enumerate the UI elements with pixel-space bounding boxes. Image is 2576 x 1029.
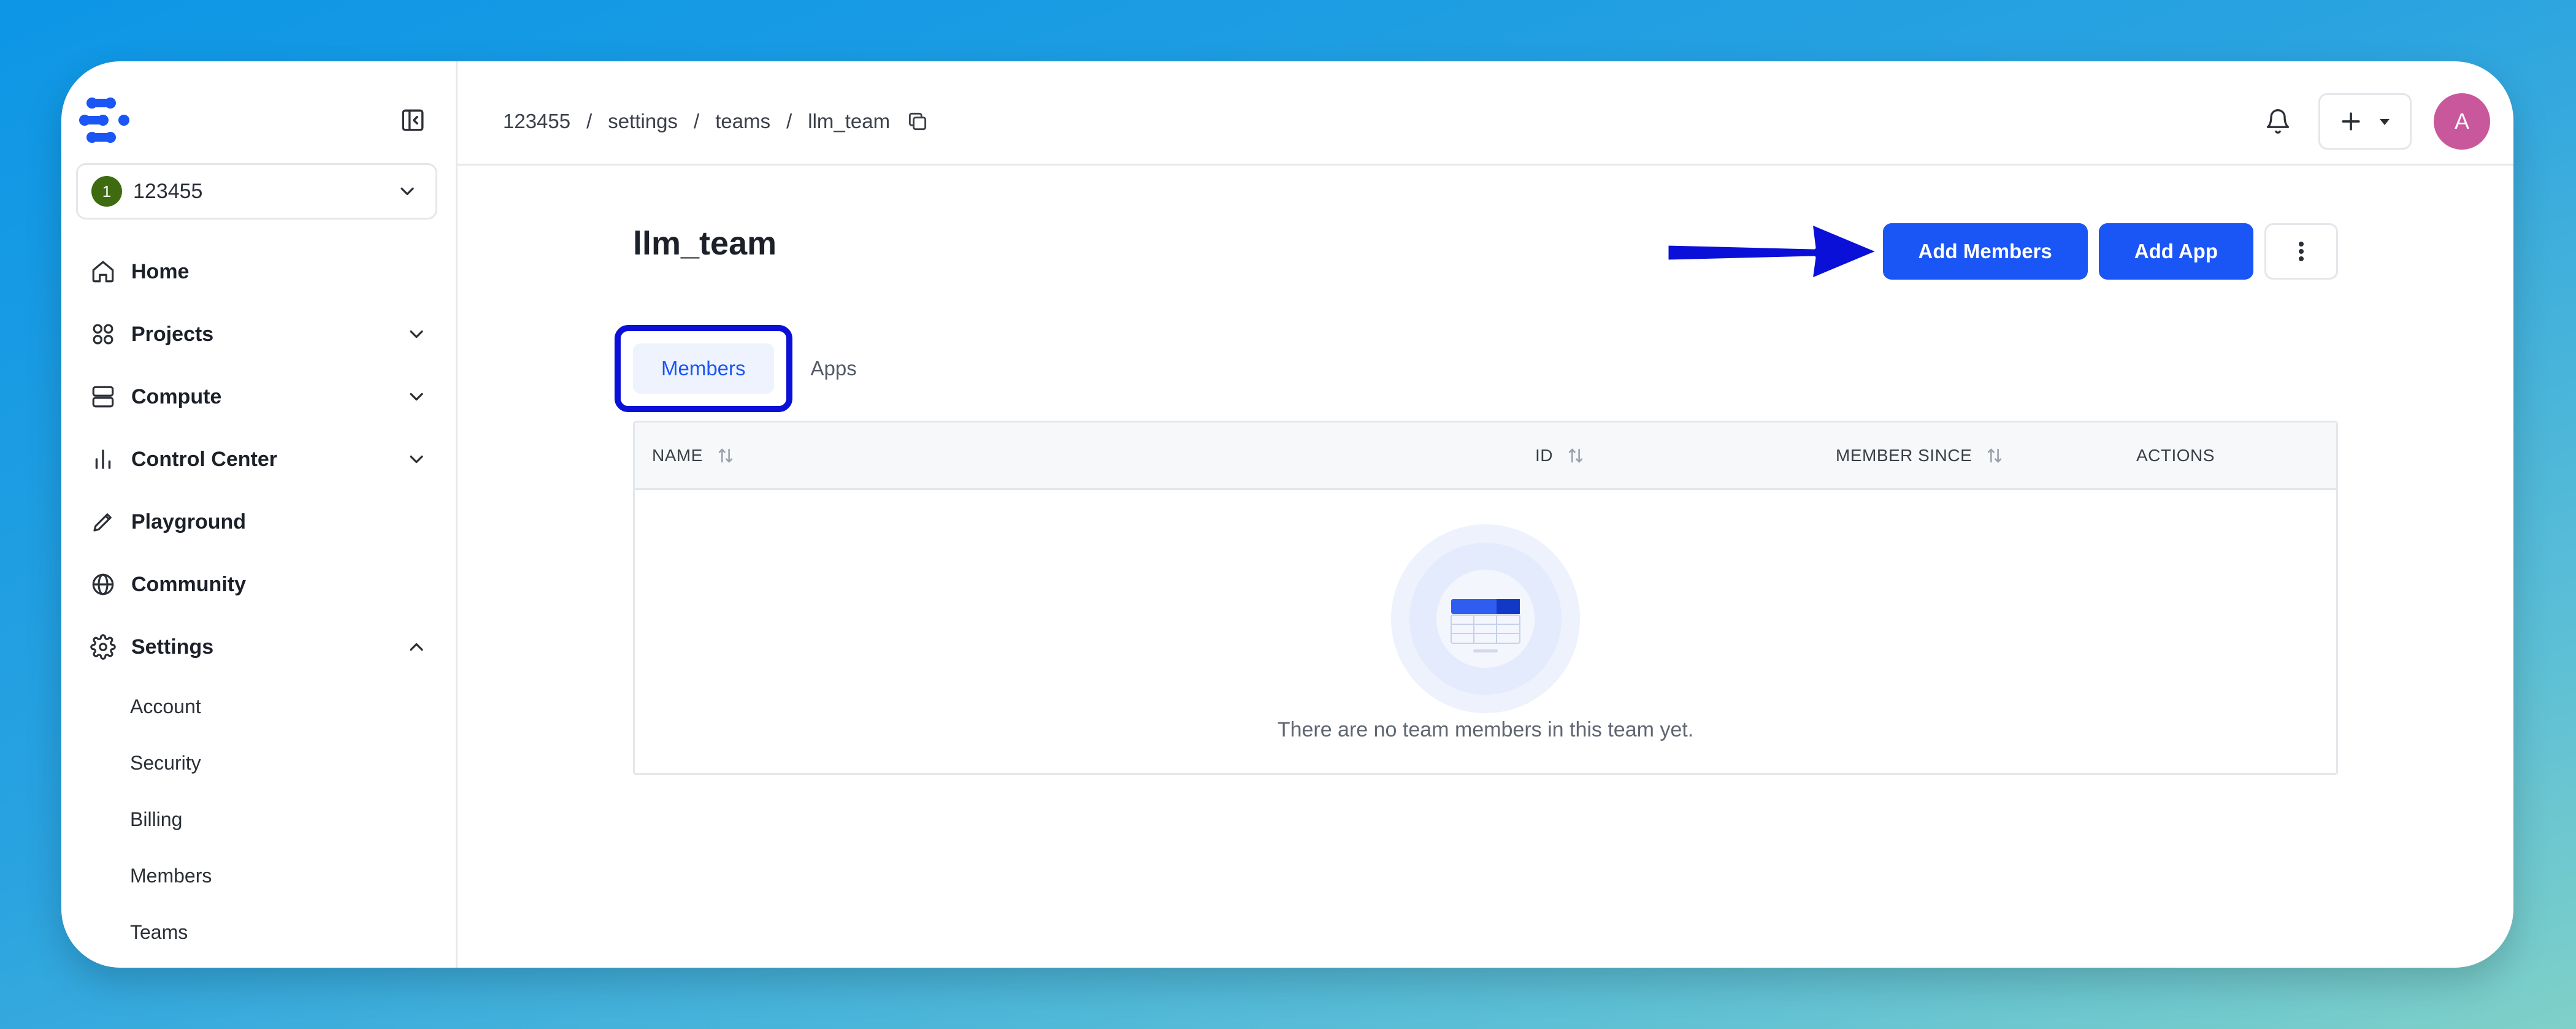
annotation-arrow-icon — [1665, 221, 1880, 281]
column-header-id[interactable]: ID — [1535, 445, 1836, 466]
column-header-member-since[interactable]: MEMBER SINCE — [1836, 445, 2136, 466]
sidebar-item-label: Control Center — [131, 447, 277, 471]
sidebar-item-label: Home — [131, 259, 190, 283]
chevron-down-icon — [410, 455, 423, 464]
annotation-highlight-box — [615, 325, 792, 412]
grid-icon — [88, 319, 118, 349]
empty-state: There are no team members in this team y… — [635, 490, 2336, 773]
breadcrumb-item-current: llm_team — [808, 109, 891, 132]
sidebar-item-label: Compute — [131, 384, 222, 408]
breadcrumb: 123455 / settings / teams / llm_team — [503, 110, 929, 133]
org-name: 123455 — [133, 179, 203, 203]
chevron-down-icon — [410, 330, 423, 339]
add-members-button[interactable]: Add Members — [1882, 223, 2088, 280]
sort-icon — [718, 448, 733, 463]
breadcrumb-separator: / — [586, 109, 592, 132]
tab-bar: Members Apps — [615, 325, 2338, 412]
sidebar-subitem-members[interactable]: Members — [61, 847, 456, 904]
breadcrumb-item-teams[interactable]: teams — [715, 110, 770, 133]
chevron-down-icon — [401, 187, 414, 196]
tab-apps[interactable]: Apps — [811, 357, 857, 380]
sidebar-subitem-teams[interactable]: Teams — [61, 904, 456, 960]
sidebar-item-label: Community — [131, 572, 246, 596]
breadcrumb-separator: / — [786, 109, 792, 132]
sidebar-subitem-billing[interactable]: Billing — [61, 791, 456, 847]
sort-icon — [1988, 448, 2002, 463]
globe-icon — [88, 570, 118, 599]
sidebar-item-community[interactable]: Community — [61, 553, 456, 616]
page-title: llm_team — [633, 225, 777, 262]
sidebar-subitem-security[interactable]: Security — [61, 735, 456, 791]
brand-logo — [79, 98, 129, 143]
org-selector[interactable]: 1 123455 — [76, 163, 437, 220]
copy-icon[interactable] — [906, 110, 929, 133]
caret-down-icon — [2380, 118, 2390, 125]
sidebar: 1 123455 Home Projects Compute Control C… — [61, 61, 458, 968]
collapse-sidebar-icon[interactable] — [398, 105, 427, 135]
members-table: NAME ID MEMBER SINCE ACTIONS There are n… — [633, 421, 2338, 775]
topbar: 123455 / settings / teams / llm_team A — [458, 61, 2513, 166]
more-options-button[interactable] — [2264, 223, 2338, 280]
chevron-up-icon — [410, 643, 423, 651]
breadcrumb-item-settings[interactable]: settings — [608, 110, 678, 133]
sort-icon — [1568, 448, 1583, 463]
sidebar-item-label: Settings — [131, 635, 214, 659]
page-content: llm_team Add Members Add App Members App… — [458, 221, 2513, 775]
breadcrumb-separator: / — [694, 109, 700, 132]
gear-icon — [88, 632, 118, 662]
empty-state-message: There are no team members in this team y… — [1277, 718, 1694, 741]
sidebar-item-projects[interactable]: Projects — [61, 303, 456, 365]
sidebar-item-settings[interactable]: Settings — [61, 616, 456, 678]
app-window: 1 123455 Home Projects Compute Control C… — [61, 61, 2513, 968]
add-app-button[interactable]: Add App — [2098, 223, 2253, 280]
empty-table-icon — [1391, 524, 1580, 713]
plus-icon — [2342, 112, 2360, 131]
sidebar-item-label: Projects — [131, 322, 214, 346]
sidebar-item-home[interactable]: Home — [61, 240, 456, 303]
page-actions: Add Members Add App — [1665, 221, 2338, 281]
pencil-icon — [88, 507, 118, 537]
avatar[interactable]: A — [2434, 93, 2490, 150]
home-icon — [88, 257, 118, 286]
main-area: 123455 / settings / teams / llm_team A l… — [458, 61, 2513, 968]
column-label: NAME — [652, 445, 703, 465]
breadcrumb-item-org[interactable]: 123455 — [503, 110, 570, 133]
create-menu-button[interactable] — [2318, 93, 2412, 150]
org-avatar: 1 — [91, 176, 122, 207]
page-header: llm_team Add Members Add App — [633, 221, 2338, 281]
kebab-menu-icon — [2299, 242, 2304, 261]
server-icon — [88, 382, 118, 411]
column-header-name[interactable]: NAME — [635, 445, 1535, 466]
column-label: ID — [1535, 445, 1553, 465]
column-label: MEMBER SINCE — [1836, 445, 1972, 465]
notifications-bell-icon[interactable] — [2260, 103, 2296, 140]
bar-chart-icon — [88, 445, 118, 474]
topbar-actions: A — [2260, 93, 2490, 150]
table-header: NAME ID MEMBER SINCE ACTIONS — [635, 423, 2336, 490]
column-label: ACTIONS — [2136, 445, 2215, 465]
sidebar-item-control-center[interactable]: Control Center — [61, 428, 456, 491]
chevron-down-icon — [410, 392, 423, 401]
sidebar-item-compute[interactable]: Compute — [61, 365, 456, 428]
sidebar-subitem-account[interactable]: Account — [61, 678, 456, 735]
sidebar-item-playground[interactable]: Playground — [61, 491, 456, 553]
column-header-actions: ACTIONS — [2136, 446, 2215, 465]
sidebar-nav: Home Projects Compute Control Center Pla… — [61, 240, 456, 960]
sidebar-item-label: Playground — [131, 510, 247, 534]
sidebar-header — [61, 92, 456, 148]
